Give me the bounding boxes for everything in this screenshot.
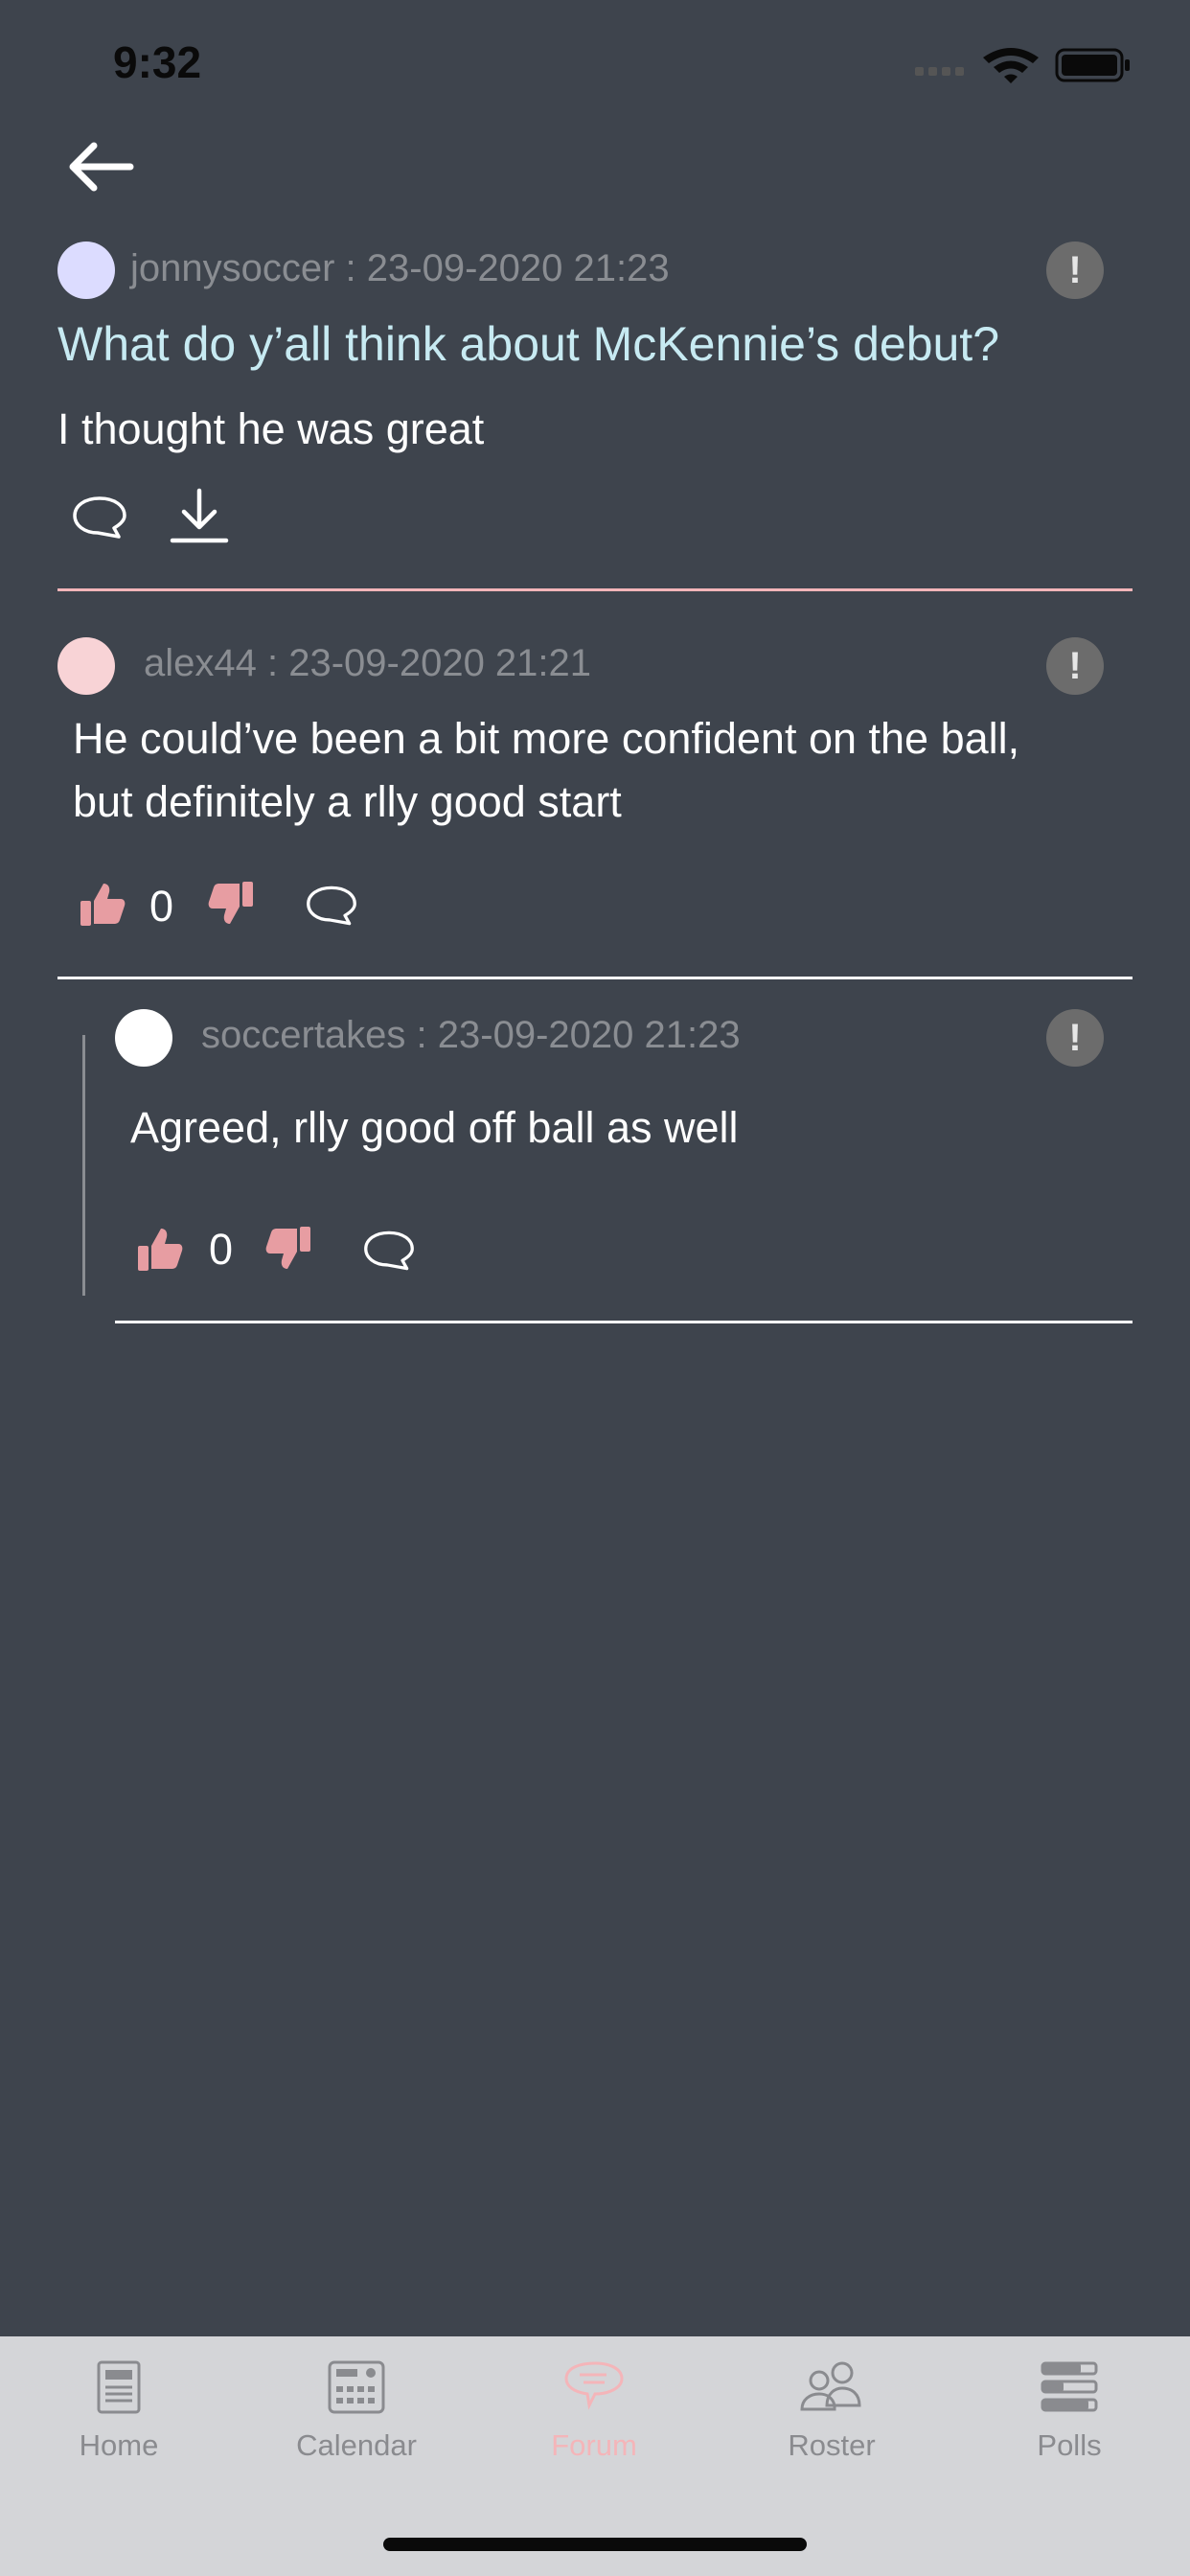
dislike-button[interactable] — [207, 880, 255, 932]
tab-home-label: Home — [79, 2428, 159, 2462]
dislike-button[interactable] — [264, 1225, 312, 1276]
status-icons — [915, 44, 1135, 90]
post-author-avatar — [57, 242, 115, 299]
wifi-icon — [983, 48, 1039, 83]
comment-body-line: but definitely a rlly good start — [73, 777, 622, 826]
like-button[interactable] — [79, 880, 126, 932]
comment-icon — [307, 886, 356, 926]
thread-line — [82, 1035, 85, 1296]
comment-icon — [364, 1230, 414, 1271]
tab-forum-label: Forum — [551, 2428, 637, 2462]
home-newspaper-icon — [97, 2360, 141, 2414]
report-comment-button[interactable]: ! — [1046, 637, 1104, 695]
post-comment-button[interactable] — [71, 493, 128, 546]
comment-icon — [73, 496, 126, 539]
thumbs-down-icon — [265, 1227, 310, 1269]
thumbs-down-icon — [208, 882, 253, 924]
comment-body-line: He could’ve been a bit more confident on… — [73, 714, 1020, 763]
home-indicator[interactable] — [383, 2538, 807, 2551]
back-button[interactable] — [65, 142, 134, 196]
like-button[interactable] — [136, 1225, 184, 1276]
report-post-button[interactable]: ! — [1046, 242, 1104, 299]
post-download-button[interactable] — [169, 487, 230, 550]
tab-forum[interactable]: Forum — [498, 2359, 690, 2463]
tab-calendar[interactable]: Calendar — [261, 2359, 452, 2463]
comment-author-meta: alex44 : 23-09-2020 21:21 — [144, 642, 592, 684]
download-icon — [170, 488, 229, 543]
post-divider — [57, 588, 1133, 591]
tab-roster-label: Roster — [788, 2428, 876, 2462]
post-title: What do y’all think about McKennie’s deb… — [57, 317, 1000, 371]
forum-icon — [564, 2361, 624, 2410]
signal-icon — [915, 67, 964, 76]
report-reply-button[interactable]: ! — [1046, 1009, 1104, 1067]
battery-icon — [1055, 48, 1130, 82]
polls-icon — [1041, 2361, 1098, 2412]
reply-divider — [115, 1321, 1133, 1323]
tab-roster[interactable]: Roster — [736, 2359, 927, 2463]
calendar-icon — [328, 2360, 385, 2414]
thumbs-up-icon — [80, 884, 126, 926]
tab-polls-label: Polls — [1037, 2428, 1102, 2462]
tab-calendar-label: Calendar — [296, 2428, 417, 2462]
reply-author-avatar — [115, 1009, 172, 1067]
like-count: 0 — [209, 1225, 234, 1274]
comment-author-avatar — [57, 637, 115, 695]
reply-button[interactable] — [362, 1227, 416, 1278]
post-body: I thought he was great — [57, 404, 485, 453]
tab-polls[interactable]: Polls — [973, 2359, 1165, 2463]
like-count: 0 — [149, 882, 174, 931]
roster-people-icon — [800, 2361, 861, 2411]
reply-body: Agreed, rlly good off ball as well — [130, 1103, 739, 1152]
post-author-meta: jonnysoccer : 23-09-2020 21:23 — [130, 247, 670, 289]
thumbs-up-icon — [138, 1229, 183, 1271]
tab-home[interactable]: Home — [23, 2359, 215, 2463]
status-time: 9:32 — [113, 37, 202, 87]
comment-divider — [57, 977, 1133, 979]
back-arrow-icon — [69, 142, 134, 192]
reply-button[interactable] — [305, 882, 358, 933]
reply-author-meta: soccertakes : 23-09-2020 21:23 — [201, 1014, 741, 1056]
